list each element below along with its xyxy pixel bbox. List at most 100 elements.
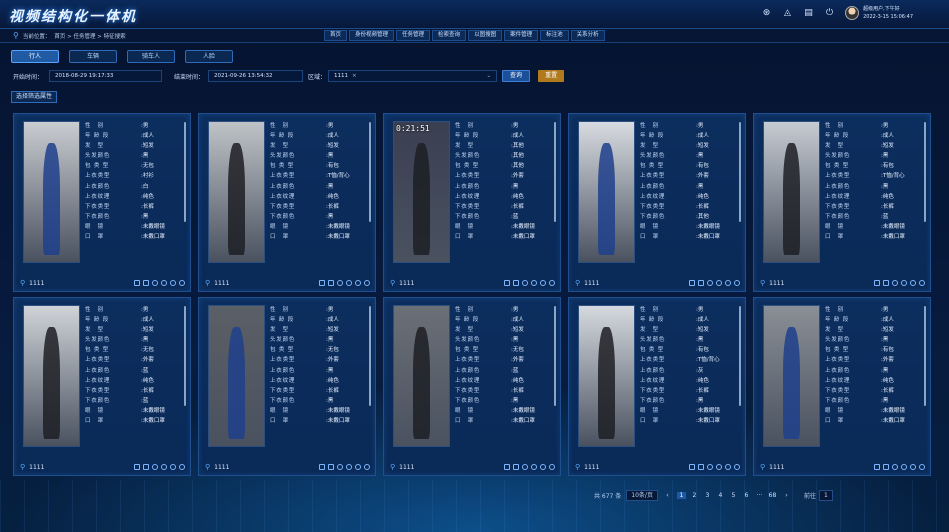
- download-icon[interactable]: [883, 464, 889, 470]
- download-icon[interactable]: [143, 280, 149, 286]
- refresh-icon[interactable]: [901, 280, 907, 286]
- search-icon[interactable]: [337, 464, 343, 470]
- vehicle-icon[interactable]: [319, 464, 325, 470]
- tab-2[interactable]: 骑车人: [127, 50, 175, 63]
- page-button[interactable]: 4: [716, 492, 725, 499]
- person-photo[interactable]: [393, 305, 450, 447]
- person-photo[interactable]: 0:21:51: [393, 121, 450, 263]
- result-card[interactable]: 性 别:男年 龄 段:成人发 型:短发 头发颜色:黑包 类 型:有包 上衣类型:外套…: [568, 113, 746, 292]
- more-icon[interactable]: [364, 280, 370, 286]
- vehicle-icon[interactable]: [504, 280, 510, 286]
- scrollbar[interactable]: [739, 122, 741, 222]
- download-icon[interactable]: [698, 464, 704, 470]
- result-card[interactable]: 性 别:男年 龄 段:成人发 型:短发 头发颜色:黑包 类 型:无包 上衣类型:衬衫…: [13, 113, 191, 292]
- area-tag-close-icon[interactable]: ×: [352, 71, 357, 81]
- vehicle-icon[interactable]: [874, 280, 880, 286]
- page-button[interactable]: 2: [690, 492, 699, 499]
- search-icon[interactable]: [522, 464, 528, 470]
- download-icon[interactable]: [328, 464, 334, 470]
- result-card[interactable]: 0:21:51 性 别:男年 龄 段:成人发 型:其他 头发颜色:其他包 类 型:其…: [383, 113, 561, 292]
- result-card[interactable]: 性 别:男年 龄 段:成人发 型:短发 头发颜色:黑包 类 型:无包 上衣类型:外套…: [198, 297, 376, 476]
- scrollbar[interactable]: [369, 306, 371, 406]
- menu-item[interactable]: 身份视频管理: [349, 30, 395, 41]
- view-icon[interactable]: [355, 464, 361, 470]
- search-icon[interactable]: [892, 464, 898, 470]
- select-attributes-button[interactable]: 选择筛选属性: [11, 91, 58, 103]
- download-icon[interactable]: [143, 464, 149, 470]
- breadcrumb-path[interactable]: 首页 > 任务管理 > 特征搜索: [54, 32, 125, 40]
- scrollbar[interactable]: [369, 122, 371, 222]
- search-icon[interactable]: [337, 280, 343, 286]
- page-button[interactable]: 1: [676, 492, 686, 499]
- view-icon[interactable]: [540, 464, 546, 470]
- person-photo[interactable]: [23, 305, 80, 447]
- person-photo[interactable]: [763, 121, 820, 263]
- person-photo[interactable]: [208, 305, 265, 447]
- refresh-icon[interactable]: [531, 464, 537, 470]
- scrollbar[interactable]: [554, 306, 556, 406]
- scrollbar[interactable]: [184, 306, 186, 406]
- scrollbar[interactable]: [739, 306, 741, 406]
- start-time-input[interactable]: 2018-08-29 19:17:33: [49, 70, 163, 82]
- scrollbar[interactable]: [554, 122, 556, 222]
- more-icon[interactable]: [179, 280, 185, 286]
- view-icon[interactable]: [725, 464, 731, 470]
- bell-icon[interactable]: ◬: [782, 8, 793, 19]
- refresh-icon[interactable]: [346, 280, 352, 286]
- scrollbar[interactable]: [184, 122, 186, 222]
- result-card[interactable]: 性 别:男年 龄 段:成人发 型:短发 头发颜色:黑包 类 型:有包 上衣类型:T恤…: [753, 113, 931, 292]
- menu-item[interactable]: 以图搜图: [468, 30, 503, 41]
- person-photo[interactable]: [578, 121, 635, 263]
- page-button[interactable]: 68: [768, 492, 777, 499]
- vehicle-icon[interactable]: [504, 464, 510, 470]
- area-select[interactable]: 1111 × ⌄: [328, 70, 498, 82]
- result-card[interactable]: 性 别:男年 龄 段:成人发 型:短发 头发颜色:黑包 类 型:无包 上衣类型:外套…: [383, 297, 561, 476]
- menu-item[interactable]: 检索查询: [432, 30, 467, 41]
- reset-button[interactable]: 重置: [538, 70, 565, 82]
- menu-item[interactable]: 任务管理: [396, 30, 431, 41]
- download-icon[interactable]: [883, 280, 889, 286]
- menu-item[interactable]: 标注池: [540, 30, 569, 41]
- page-button[interactable]: 5: [729, 492, 738, 499]
- refresh-icon[interactable]: [901, 464, 907, 470]
- download-icon[interactable]: [328, 280, 334, 286]
- scrollbar[interactable]: [924, 122, 926, 222]
- prev-page-button[interactable]: ‹: [663, 492, 672, 499]
- refresh-icon[interactable]: [346, 464, 352, 470]
- result-card[interactable]: 性 别:男年 龄 段:成人发 型:短发 头发颜色:黑包 类 型:有包 上衣类型:外套…: [753, 297, 931, 476]
- more-icon[interactable]: [549, 464, 555, 470]
- user-info[interactable]: 超级用户,下午好 2022-3-15 15:06:47: [845, 5, 913, 21]
- tab-3[interactable]: 人脸: [185, 50, 233, 63]
- view-icon[interactable]: [540, 280, 546, 286]
- search-icon[interactable]: [152, 280, 158, 286]
- person-photo[interactable]: [208, 121, 265, 263]
- vehicle-icon[interactable]: [874, 464, 880, 470]
- view-icon[interactable]: [170, 280, 176, 286]
- refresh-icon[interactable]: [161, 464, 167, 470]
- person-photo[interactable]: [763, 305, 820, 447]
- more-icon[interactable]: [919, 464, 925, 470]
- jump-input[interactable]: 1: [818, 490, 833, 501]
- scrollbar[interactable]: [924, 306, 926, 406]
- refresh-icon[interactable]: [716, 280, 722, 286]
- person-photo[interactable]: [23, 121, 80, 263]
- query-button[interactable]: 查询: [502, 70, 531, 82]
- avatar[interactable]: [845, 6, 860, 20]
- view-icon[interactable]: [725, 280, 731, 286]
- vehicle-icon[interactable]: [689, 464, 695, 470]
- refresh-icon[interactable]: [716, 464, 722, 470]
- more-icon[interactable]: [734, 280, 740, 286]
- result-card[interactable]: 性 别:男年 龄 段:成人发 型:短发 头发颜色:黑包 类 型:有包 上衣类型:T恤…: [568, 297, 746, 476]
- more-icon[interactable]: [549, 280, 555, 286]
- more-icon[interactable]: [919, 280, 925, 286]
- more-icon[interactable]: [364, 464, 370, 470]
- download-icon[interactable]: [513, 280, 519, 286]
- search-icon[interactable]: [522, 280, 528, 286]
- menu-item[interactable]: 首页: [324, 30, 348, 41]
- download-icon[interactable]: [513, 464, 519, 470]
- refresh-icon[interactable]: [161, 280, 167, 286]
- tab-1[interactable]: 车辆: [69, 50, 117, 63]
- tab-0[interactable]: 行人: [11, 50, 59, 63]
- next-page-button[interactable]: ›: [782, 492, 791, 499]
- settings-icon[interactable]: ⊛: [761, 8, 772, 19]
